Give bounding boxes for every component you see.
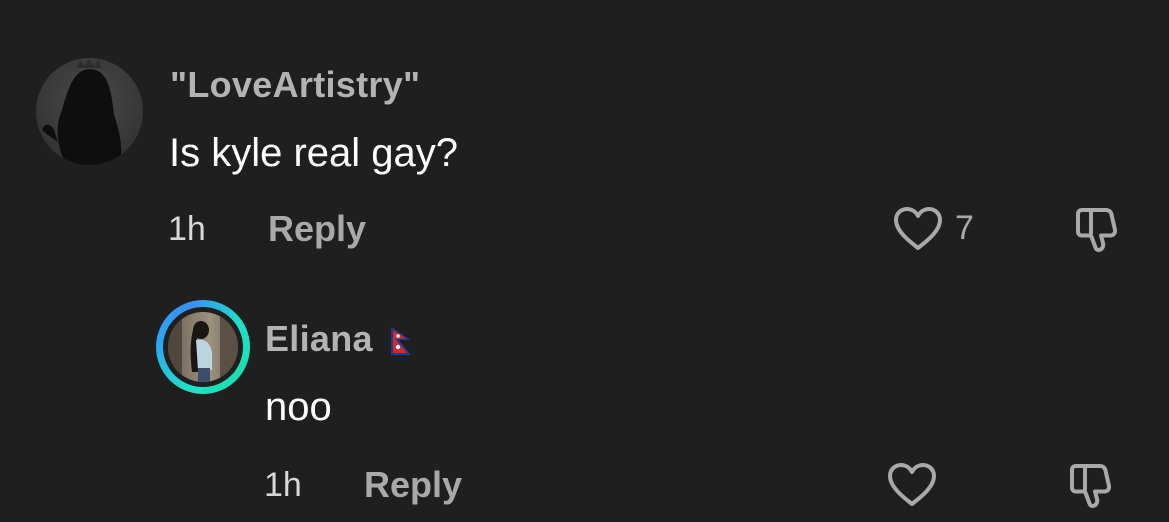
reply-text: noo (265, 385, 332, 429)
avatar-photo (168, 312, 238, 382)
avatar[interactable] (36, 58, 143, 165)
reply-button[interactable]: Reply (268, 208, 366, 250)
reply-button[interactable]: Reply (364, 464, 462, 506)
heart-icon[interactable] (892, 206, 944, 252)
comment-timestamp: 1h (168, 210, 206, 248)
avatar-figure (168, 312, 238, 382)
like-count: 7 (955, 209, 974, 247)
thumbs-down-icon[interactable] (1072, 204, 1124, 254)
comment-text: Is kyle real gay? (169, 131, 459, 175)
heart-icon[interactable] (886, 462, 938, 508)
avatar-silhouette (42, 59, 122, 165)
reply-username[interactable]: Eliana (265, 318, 373, 360)
reply-timestamp: 1h (264, 466, 302, 504)
nepal-flag-icon (391, 327, 411, 355)
comment-username[interactable]: "LoveArtistry" (170, 64, 420, 106)
thumbs-down-icon[interactable] (1066, 460, 1118, 510)
avatar[interactable] (156, 300, 250, 394)
avatar-ring-gap (163, 307, 243, 387)
